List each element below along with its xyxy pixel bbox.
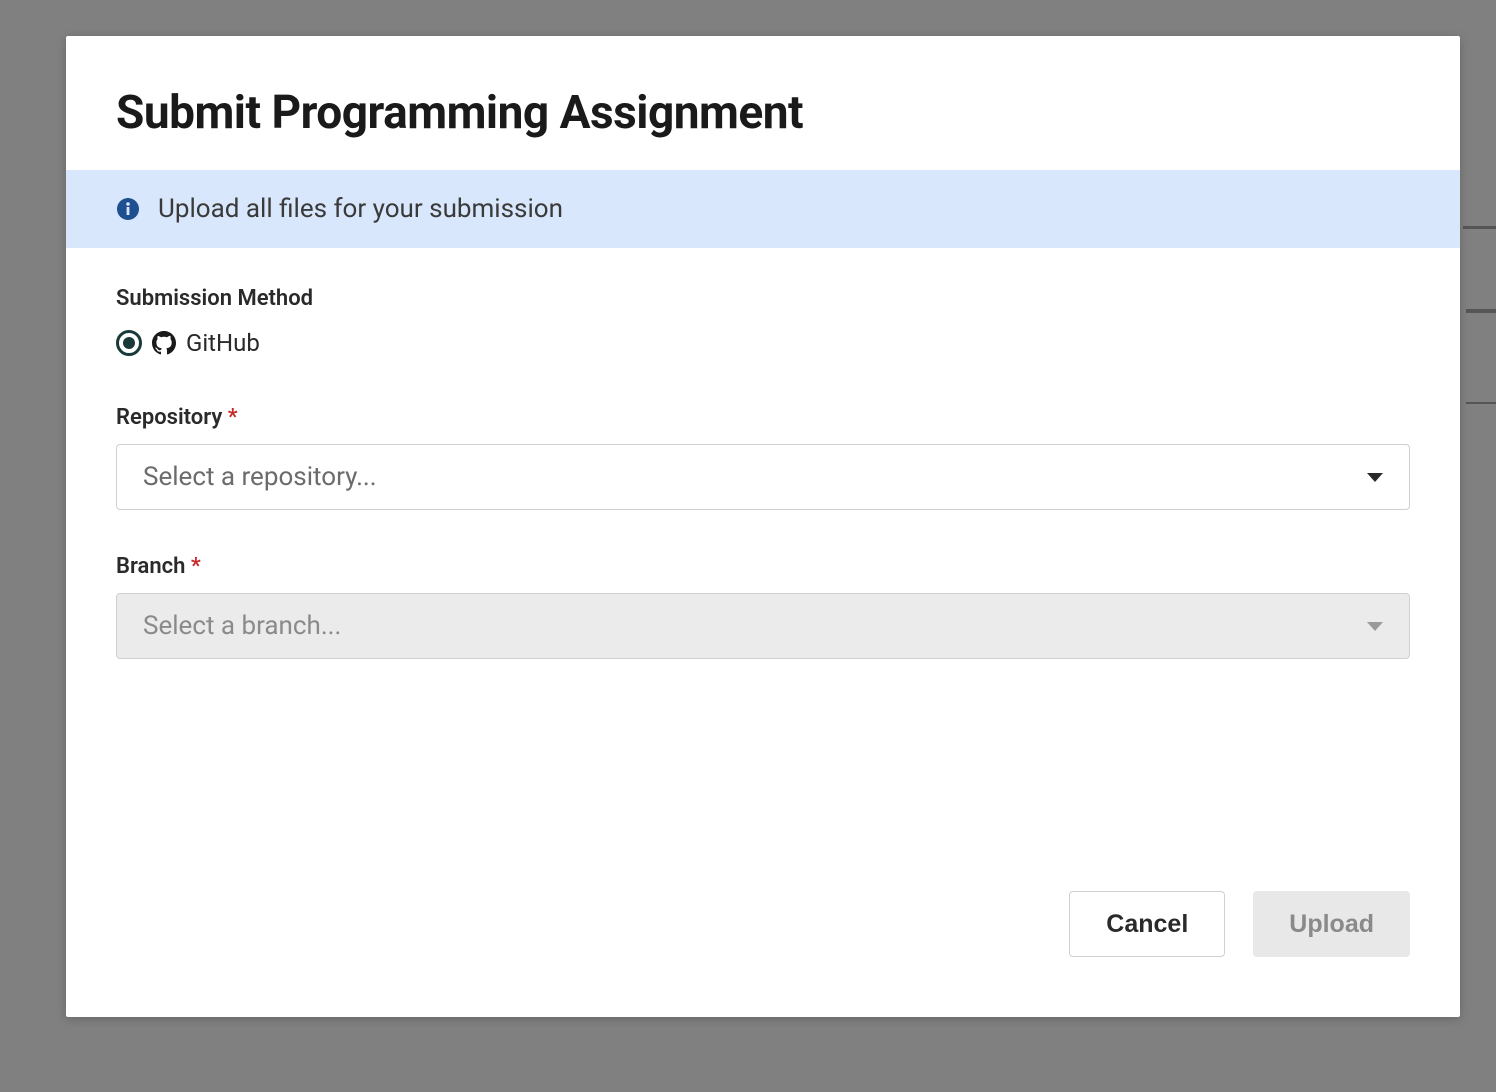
repository-label: Repository *: [116, 405, 1410, 430]
submission-method-label: Submission Method: [116, 286, 1410, 311]
branch-label-text: Branch: [116, 554, 185, 579]
radio-button[interactable]: [116, 330, 142, 356]
branch-placeholder: Select a branch...: [143, 611, 341, 641]
required-indicator: *: [191, 554, 201, 579]
repository-label-text: Repository: [116, 405, 222, 430]
submission-method-github-option[interactable]: GitHub: [116, 329, 1410, 357]
upload-button[interactable]: Upload: [1253, 891, 1410, 957]
github-icon: [152, 331, 176, 355]
info-icon: [116, 197, 140, 221]
cancel-button[interactable]: Cancel: [1069, 891, 1225, 957]
modal-footer: Cancel Upload: [66, 871, 1460, 1017]
info-banner: Upload all files for your submission: [66, 170, 1460, 248]
chevron-down-icon: [1367, 622, 1383, 631]
submit-assignment-modal: Submit Programming Assignment Upload all…: [66, 36, 1460, 1017]
backdrop-divider: [1466, 402, 1496, 404]
required-indicator: *: [228, 405, 238, 430]
backdrop-divider: [1466, 309, 1496, 313]
branch-dropdown: Select a branch...: [116, 593, 1410, 659]
branch-label: Branch *: [116, 554, 1410, 579]
modal-body: Submission Method GitHub Repository * Se…: [66, 248, 1460, 871]
repository-field-group: Repository * Select a repository...: [116, 405, 1410, 510]
branch-field-group: Branch * Select a branch...: [116, 554, 1410, 659]
repository-dropdown[interactable]: Select a repository...: [116, 444, 1410, 510]
chevron-down-icon: [1367, 473, 1383, 482]
info-banner-text: Upload all files for your submission: [158, 194, 563, 224]
modal-title: Submit Programming Assignment: [116, 86, 1410, 140]
radio-selected-indicator: [123, 337, 135, 349]
backdrop-divider: [1463, 226, 1496, 229]
radio-label-github: GitHub: [186, 329, 260, 357]
modal-header: Submit Programming Assignment: [66, 36, 1460, 170]
repository-placeholder: Select a repository...: [143, 462, 377, 492]
